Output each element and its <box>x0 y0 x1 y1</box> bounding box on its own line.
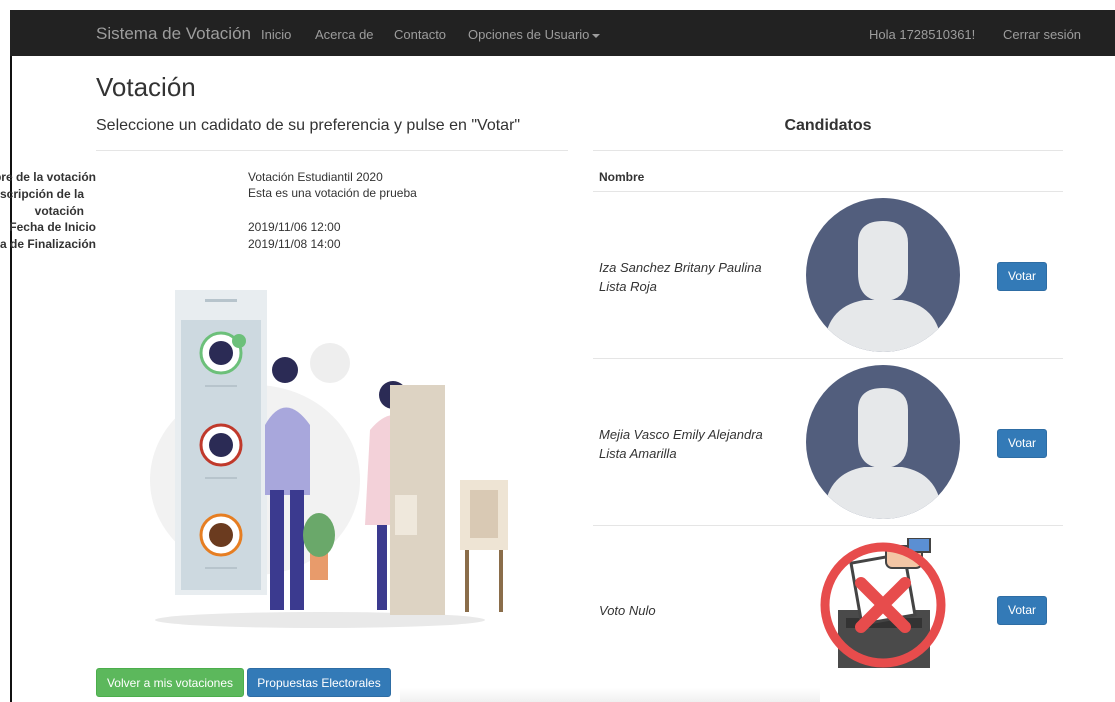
candidates-heading: Candidatos <box>784 117 872 134</box>
user-avatar-icon <box>806 365 960 519</box>
detail-value: Esta es una votación de prueba <box>248 186 417 200</box>
candidate-name: Mejia Vasco Emily Alejandra <box>599 427 763 442</box>
candidate-name-cell: Iza Sanchez Britany Paulina Lista Roja <box>599 258 762 296</box>
vote-button[interactable]: Votar <box>997 262 1047 291</box>
detail-value: 2019/11/06 12:00 <box>248 220 341 234</box>
navbar: Sistema de Votación Inicio Acerca de Con… <box>10 10 1115 56</box>
table-row: Voto Nulo Votar <box>593 526 1063 692</box>
divider <box>96 150 568 151</box>
page-subtitle: Seleccione un cadidato de su preferencia… <box>96 117 521 134</box>
detail-value: Votación Estudiantil 2020 <box>248 170 383 184</box>
user-avatar-icon <box>806 198 960 352</box>
voting-illustration <box>150 290 508 628</box>
electoral-proposals-button[interactable]: Propuestas Electorales <box>247 668 391 697</box>
nav-contacto[interactable]: Contacto <box>394 27 446 42</box>
candidate-list: Lista Roja <box>599 279 657 294</box>
chevron-down-icon <box>592 33 601 38</box>
brand-link[interactable]: Sistema de Votación <box>96 24 251 44</box>
column-header-name: Nombre <box>599 170 645 184</box>
back-to-votes-button[interactable]: Volver a mis votaciones <box>96 668 244 697</box>
page-title: Votación <box>96 72 196 102</box>
logout-link[interactable]: Cerrar sesión <box>1003 27 1081 42</box>
window-edge <box>10 10 12 702</box>
null-vote-icon <box>820 538 946 668</box>
table-row: Mejia Vasco Emily Alejandra Lista Amaril… <box>593 359 1063 525</box>
nav-inicio[interactable]: Inicio <box>261 27 291 42</box>
candidate-name: Voto Nulo <box>599 603 656 618</box>
nav-opciones-usuario[interactable]: Opciones de Usuario <box>468 27 601 42</box>
nav-acerca-de[interactable]: Acerca de <box>315 27 374 42</box>
detail-value: 2019/11/08 14:00 <box>248 237 341 251</box>
detail-label: Descripción de la votación <box>0 187 84 218</box>
candidate-list: Lista Amarilla <box>599 446 677 461</box>
vote-button[interactable]: Votar <box>997 596 1047 625</box>
divider <box>593 150 1063 151</box>
candidate-name: Iza Sanchez Britany Paulina <box>599 260 762 275</box>
nav-opciones-label: Opciones de Usuario <box>468 27 590 42</box>
user-greeting: Hola 1728510361! <box>869 27 976 42</box>
vote-button[interactable]: Votar <box>997 429 1047 458</box>
detail-label: Nombre de la votación <box>0 170 96 184</box>
detail-label: Fecha de Finalización <box>0 237 96 251</box>
table-row: Iza Sanchez Britany Paulina Lista Roja V… <box>593 192 1063 358</box>
candidate-name-cell: Mejia Vasco Emily Alejandra Lista Amaril… <box>599 425 763 463</box>
scroll-shadow <box>400 688 820 702</box>
detail-label: Fecha de Inicio <box>9 220 96 234</box>
